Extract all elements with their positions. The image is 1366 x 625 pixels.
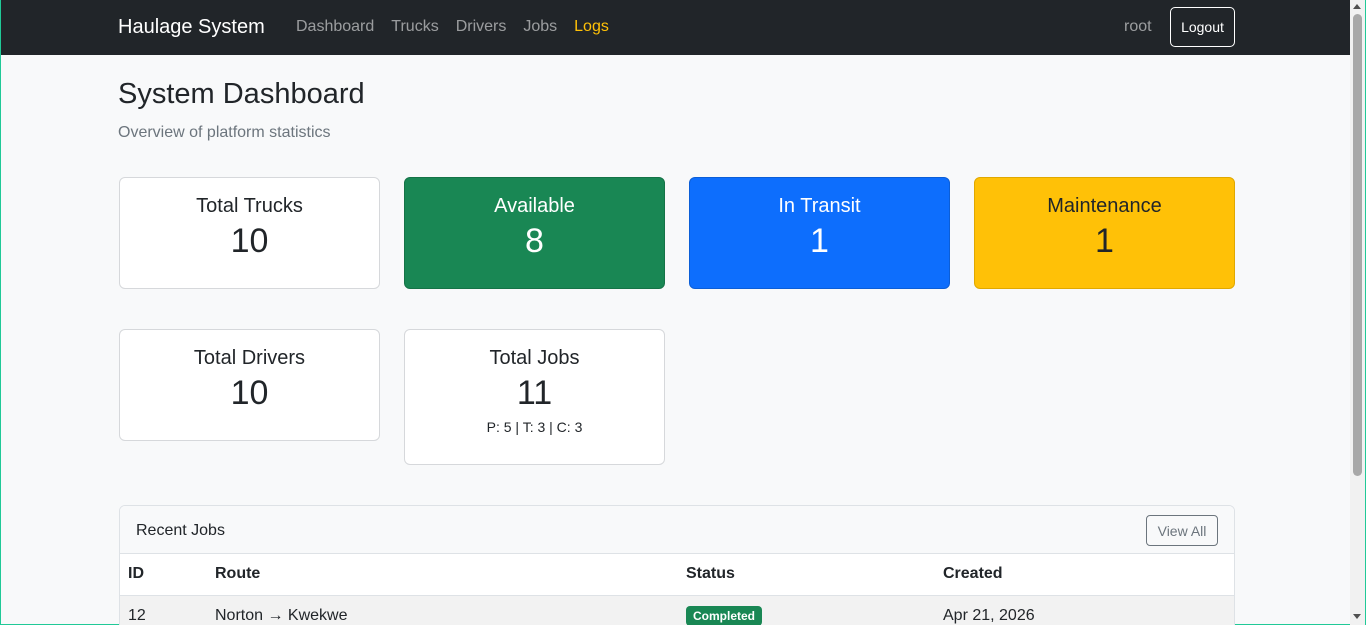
job-created: Apr 21, 2026 (935, 595, 1234, 625)
nav-link-logs[interactable]: Logs (574, 18, 609, 36)
nav-link-dashboard[interactable]: Dashboard (296, 18, 374, 36)
stat-card-maintenance: Maintenance 1 (974, 177, 1235, 289)
column-header-status: Status (678, 554, 935, 596)
nav-link-trucks[interactable]: Trucks (391, 18, 438, 36)
job-status: Completed (678, 595, 935, 625)
stat-label: Total Trucks (196, 195, 303, 217)
stat-card-available: Available 8 (404, 177, 665, 289)
table-header-row: ID Route Status Created (120, 554, 1234, 596)
column-header-route: Route (207, 554, 678, 596)
stat-label: Maintenance (1047, 195, 1162, 217)
stat-value: 1 (810, 222, 829, 260)
table-row[interactable]: 12 Norton → Kwekwe Completed Apr 21, 202… (120, 595, 1234, 625)
page-subtitle: Overview of platform statistics (118, 124, 331, 141)
recent-jobs-table: ID Route Status Created 12 Norton → Kwek… (120, 554, 1234, 625)
nav-link-drivers[interactable]: Drivers (456, 18, 507, 36)
stat-value: 10 (230, 222, 269, 260)
recent-jobs-header: Recent Jobs View All (120, 506, 1234, 554)
current-user: root (1124, 18, 1152, 35)
page-scrollbar[interactable] (1350, 0, 1365, 625)
stat-value: 11 (516, 374, 553, 412)
view-all-button[interactable]: View All (1146, 515, 1218, 546)
column-header-created: Created (935, 554, 1234, 596)
stat-value: 1 (1095, 222, 1114, 260)
recent-jobs-panel: Recent Jobs View All ID Route Status Cre… (119, 505, 1235, 625)
column-header-id: ID (120, 554, 207, 596)
navbar: Haulage System Dashboard Trucks Drivers … (1, 0, 1351, 55)
stat-value: 8 (525, 222, 544, 260)
page-title: System Dashboard (118, 78, 365, 110)
stat-label: Available (494, 195, 575, 217)
status-badge: Completed (686, 605, 763, 625)
stat-label: Total Drivers (193, 347, 306, 369)
brand-title[interactable]: Haulage System (118, 16, 265, 39)
nav-links: Dashboard Trucks Drivers Jobs Logs (296, 18, 609, 36)
scroll-thumb[interactable] (1353, 14, 1362, 476)
stat-label: Total Jobs (489, 347, 580, 369)
job-id: 12 (120, 595, 207, 625)
recent-jobs-title: Recent Jobs (136, 522, 225, 539)
logout-button[interactable]: Logout (1170, 7, 1235, 47)
scroll-up-icon[interactable] (1353, 4, 1361, 9)
stat-card-total-drivers: Total Drivers 10 (119, 329, 380, 441)
stat-label: In Transit (778, 195, 861, 217)
stat-card-in-transit: In Transit 1 (689, 177, 950, 289)
jobs-breakdown: P: 5 | T: 3 | C: 3 (486, 419, 583, 435)
scroll-down-icon[interactable] (1353, 614, 1361, 619)
stat-card-total-jobs: Total Jobs 11 P: 5 | T: 3 | C: 3 (404, 329, 665, 465)
job-route: Norton → Kwekwe (207, 595, 678, 625)
stat-card-total-trucks: Total Trucks 10 (119, 177, 380, 289)
stat-value: 10 (230, 374, 269, 412)
nav-link-jobs[interactable]: Jobs (523, 18, 557, 36)
